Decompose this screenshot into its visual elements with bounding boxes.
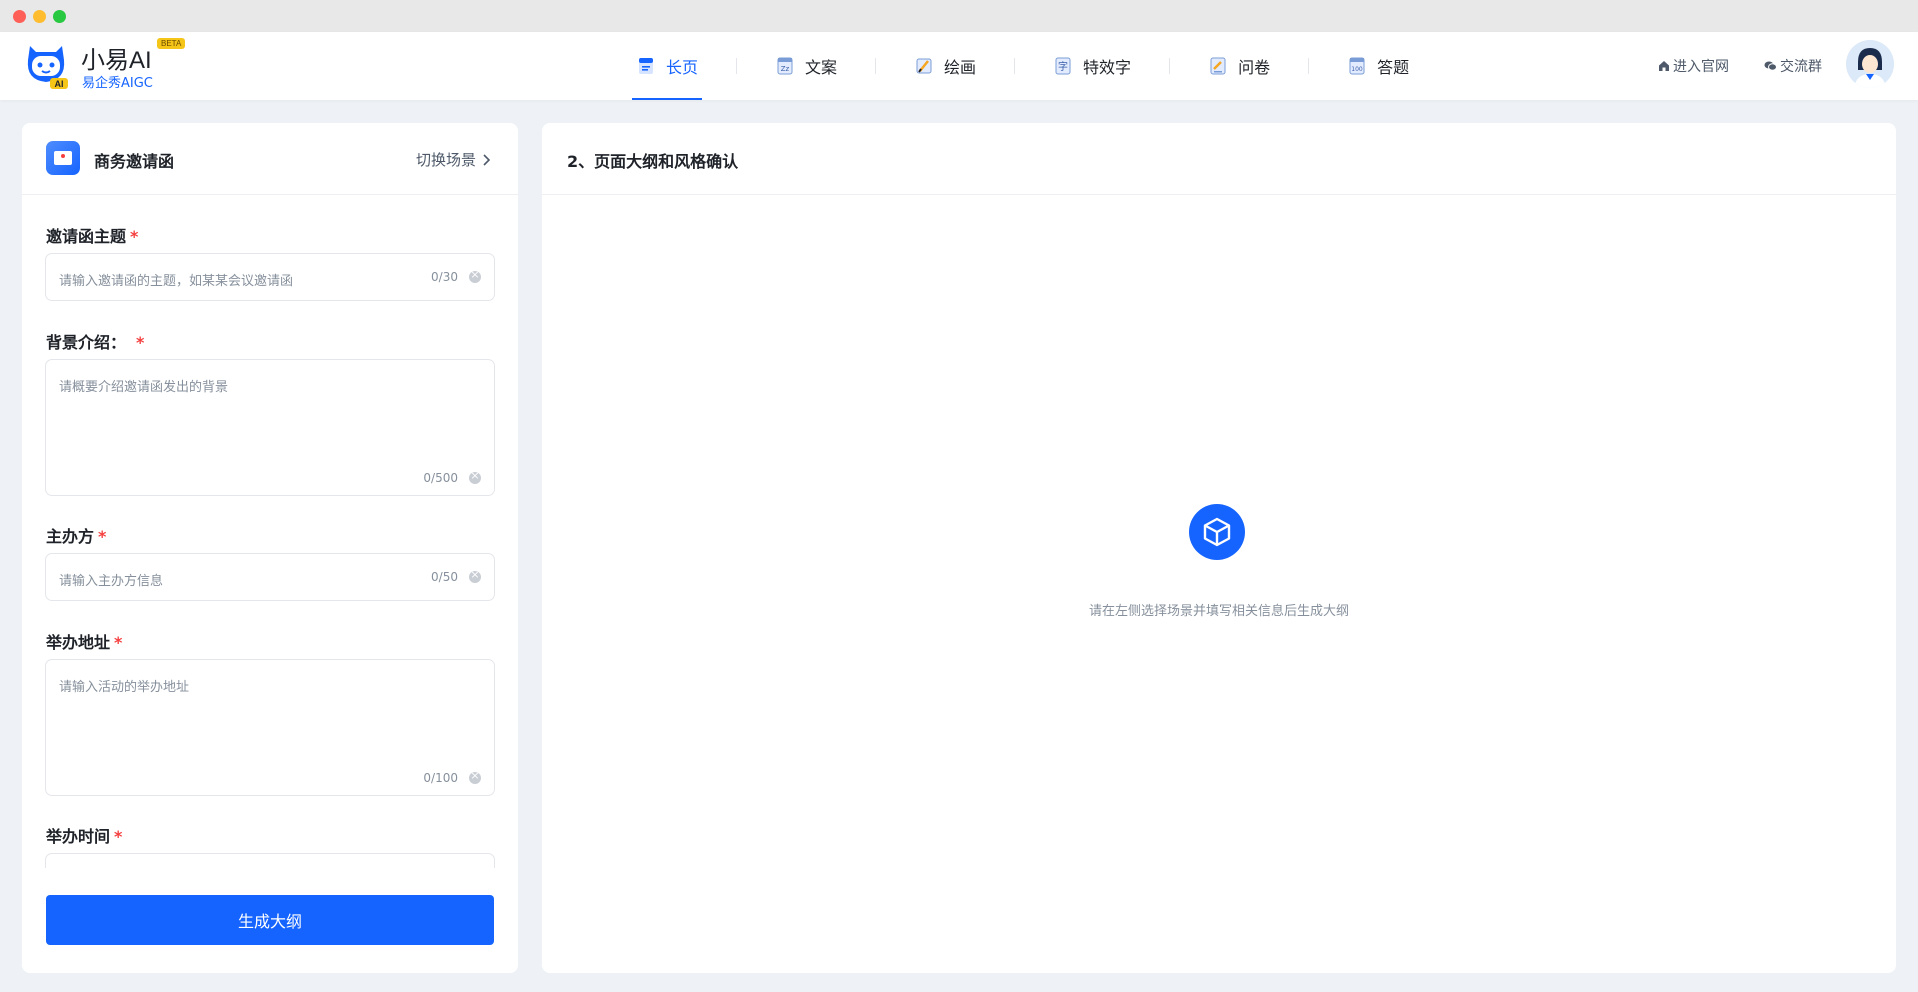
invitation-form: 邀请函主题* 请输入邀请函的主题，如某某会议邀请函 0/30 背景介绍：* 请概… [22,196,518,868]
switch-scene-label: 切换场景 [415,151,476,169]
nav-tab-painting[interactable]: 绘画 [898,32,992,100]
outline-header: 2、页面大纲和风格确认 [542,123,1896,195]
scene-form-panel: 商务邀请函 切换场景 邀请函主题 * 请输入邀请函的主题，如某某会议邀请函 0/3… [22,123,518,973]
home-icon [1659,61,1669,71]
nav-tab-label: 问卷 [1238,58,1271,77]
svg-text:100: 100 [1351,66,1363,73]
empty-state-text: 请在左侧选择场景并填写相关信息后生成大纲 [1088,604,1349,619]
nav-tab-effect-text[interactable]: 字 特效字 [1037,32,1147,100]
nav-tab-long-page[interactable]: 长页 [620,32,714,100]
background-field-label: 背景介绍： * [46,333,145,352]
nav-divider [736,58,738,74]
nav-tab-label: 绘画 [944,58,977,77]
address-field-label: 举办地址 * [46,633,123,652]
theme-char-count: 0/30 [431,270,458,284]
cube-icon [1203,517,1231,547]
robot-logo-icon: AI [27,46,68,89]
official-site-link[interactable]: 进入官网 [1658,56,1729,76]
scene-title: 商务邀请函 [94,152,175,171]
theme-placeholder: 请输入邀请函的主题，如某某会议邀请函 [59,274,294,289]
address-textarea[interactable]: 请输入活动的举办地址 0/100 [45,659,495,796]
organizer-placeholder: 请输入主办方信息 [59,574,164,589]
time-input[interactable] [45,853,495,868]
close-window-button[interactable] [13,10,26,23]
clear-icon[interactable] [469,268,481,283]
nav-divider [1014,58,1016,74]
clear-icon[interactable] [469,769,481,784]
chevron-right-icon [483,153,490,166]
clear-icon[interactable] [469,568,481,583]
background-placeholder: 请概要介绍邀请函发出的背景 [59,380,229,395]
window-titlebar [0,0,1918,32]
chat-group-label: 交流群 [1780,59,1822,75]
chat-group-link[interactable]: 交流群 [1764,56,1822,76]
app-logo[interactable]: AI [22,40,70,90]
organizer-field-label: 主办方 * [46,527,107,546]
scene-header: 商务邀请函 切换场景 [22,123,518,195]
background-textarea[interactable]: 请概要介绍邀请函发出的背景 0/500 [45,359,495,496]
outline-panel: 2、页面大纲和风格确认 请在左侧选择场景并填写相关信息后生成大纲 [542,123,1896,973]
nav-divider [1308,58,1310,74]
nav-tab-label: 答题 [1377,58,1410,77]
clear-icon[interactable] [469,469,481,484]
logo-ai-badge: AI [55,79,64,89]
nav-tab-label: 特效字 [1083,58,1132,77]
user-avatar[interactable] [1846,40,1894,88]
long-page-icon [639,58,653,74]
beta-badge: BETA [157,38,186,49]
main-nav: 长页 Zz 文案 绘画 字 特效字 问卷 100 答题 [620,32,1425,100]
theme-field-label: 邀请函主题 * [46,227,139,246]
svg-text:Zz: Zz [781,65,790,73]
avatar-icon [1846,40,1894,88]
nav-tab-label: 文案 [805,58,838,77]
effect-text-icon: 字 [1055,57,1071,75]
brand-subtitle: 易企秀AIGC [82,76,153,91]
quiz-icon: 100 [1349,57,1365,75]
brand-name: 小易AI [81,47,152,74]
top-header: AI 小易AI BETA 易企秀AIGC 长页 Zz 文案 绘画 字 特效字 问… [0,32,1918,100]
copywriting-icon: Zz [777,57,793,75]
nav-tab-quiz[interactable]: 100 答题 [1331,32,1425,100]
time-field-label: 举办时间 * [46,827,123,846]
maximize-window-button[interactable] [53,10,66,23]
svg-text:字: 字 [1058,60,1068,73]
official-site-label: 进入官网 [1673,59,1729,75]
outline-title: 2、页面大纲和风格确认 [567,152,739,171]
generate-outline-button[interactable]: 生成大纲 [46,895,494,945]
nav-tab-label: 长页 [666,58,699,77]
address-placeholder: 请输入活动的举办地址 [59,680,190,695]
nav-tab-survey[interactable]: 问卷 [1192,32,1286,100]
painting-icon [916,58,932,74]
organizer-input[interactable]: 请输入主办方信息 0/50 [45,553,495,601]
survey-icon [1210,57,1226,75]
empty-state-icon [1189,504,1245,560]
background-char-count: 0/500 [423,471,458,485]
organizer-char-count: 0/50 [431,570,458,584]
address-char-count: 0/100 [423,771,458,785]
nav-tab-copywriting[interactable]: Zz 文案 [759,32,853,100]
nav-divider [1169,58,1171,74]
minimize-window-button[interactable] [33,10,46,23]
nav-divider [875,58,877,74]
chat-icon [1764,61,1777,71]
invitation-scene-icon [46,141,80,175]
switch-scene-button[interactable]: 切换场景 [416,149,490,170]
theme-input[interactable]: 请输入邀请函的主题，如某某会议邀请函 0/30 [45,253,495,301]
